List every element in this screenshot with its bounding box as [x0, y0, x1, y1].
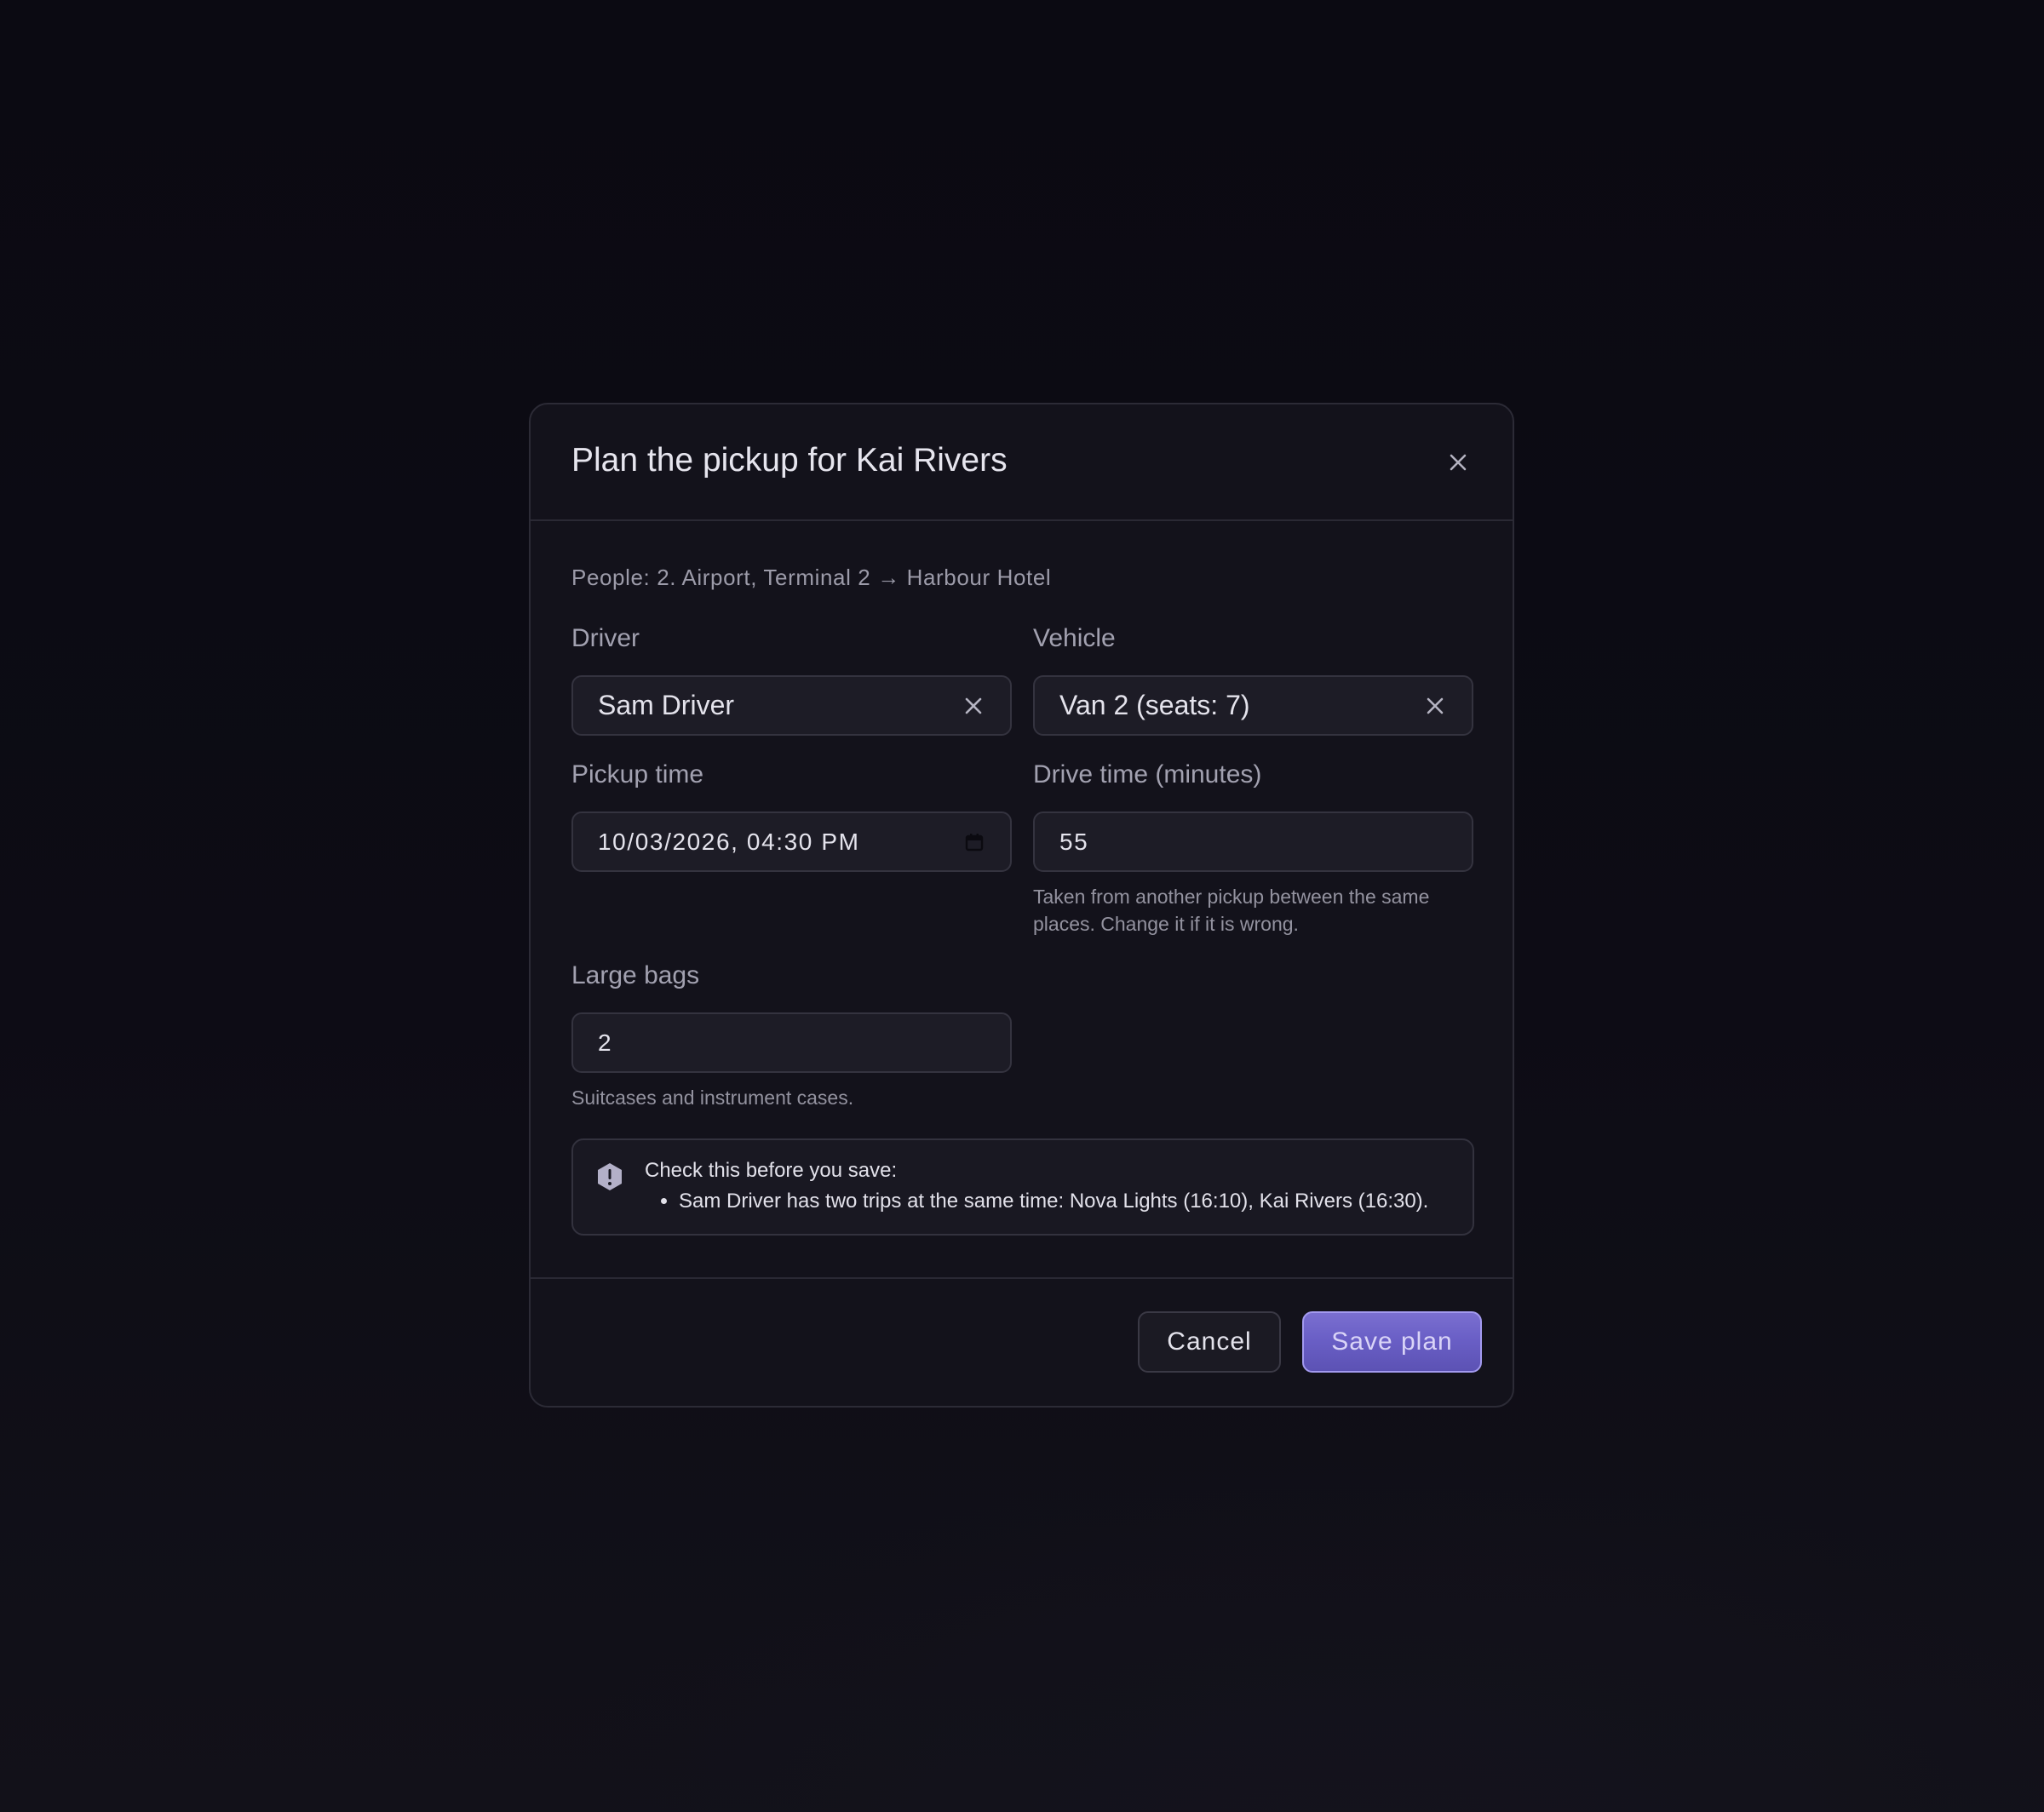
dialog-header: Plan the pickup for Kai Rivers	[531, 404, 1513, 521]
driver-label: Driver	[571, 624, 640, 652]
conflict-warning: Check this before you save: Sam Driver h…	[571, 1138, 1474, 1236]
driver-clear-button[interactable]	[962, 695, 985, 717]
drive-time-value: 55	[1059, 829, 1089, 855]
trip-summary: People: 2. Airport, Terminal 2 → Harbour…	[571, 565, 1052, 590]
dialog-title: Plan the pickup for Kai Rivers	[571, 442, 1008, 479]
large-bags-value: 2	[598, 1029, 613, 1056]
warning-list: Sam Driver has two trips at the same tim…	[645, 1190, 1428, 1213]
large-bags-label: Large bags	[571, 961, 700, 989]
cancel-button[interactable]: Cancel	[1138, 1311, 1281, 1373]
dialog-footer: Cancel Save plan	[531, 1277, 1513, 1406]
warning-title: Check this before you save:	[645, 1159, 898, 1182]
calendar-button[interactable]	[964, 832, 985, 852]
calendar-icon	[965, 834, 984, 852]
large-bags-help: Suitcases and instrument cases.	[571, 1087, 854, 1109]
close-button[interactable]	[1444, 449, 1472, 476]
driver-value: Sam Driver	[598, 690, 735, 720]
pickup-time-label: Pickup time	[571, 760, 704, 788]
vehicle-clear-button[interactable]	[1424, 695, 1446, 717]
vehicle-value: Van 2 (seats: 7)	[1059, 690, 1250, 720]
warning-hexagon-icon	[594, 1161, 625, 1192]
large-bags-input[interactable]: 2	[571, 1012, 1012, 1073]
drive-time-label: Drive time (minutes)	[1033, 760, 1262, 788]
drive-time-help: Taken from another pickup between the sa…	[1033, 886, 1430, 935]
vehicle-select[interactable]: Van 2 (seats: 7)	[1033, 675, 1473, 736]
close-icon	[1427, 697, 1444, 714]
close-icon	[965, 697, 982, 714]
vehicle-label: Vehicle	[1033, 624, 1116, 652]
drive-time-input[interactable]: 55	[1033, 811, 1473, 872]
pickup-time-value: 10/03/2026, 04:30 PM	[598, 829, 860, 855]
driver-select[interactable]: Sam Driver	[571, 675, 1012, 736]
warning-item: Sam Driver has two trips at the same tim…	[679, 1190, 1428, 1213]
plan-pickup-dialog: Plan the pickup for Kai Rivers People: 2…	[529, 403, 1514, 1408]
save-plan-button[interactable]: Save plan	[1302, 1311, 1482, 1373]
close-icon	[1450, 454, 1467, 471]
pickup-time-input[interactable]: 10/03/2026, 04:30 PM	[571, 811, 1012, 872]
